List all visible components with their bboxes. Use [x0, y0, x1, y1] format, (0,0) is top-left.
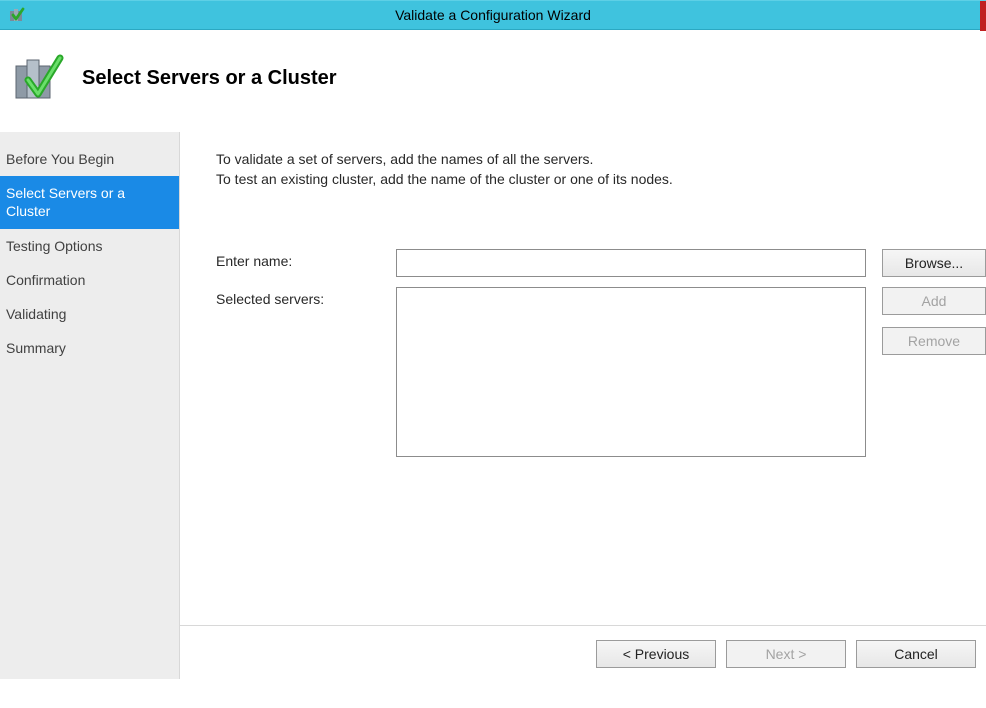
app-icon: [8, 6, 26, 24]
instruction-line2: To test an existing cluster, add the nam…: [216, 170, 986, 190]
nav-select-servers[interactable]: Select Servers or a Cluster: [0, 176, 179, 228]
instruction-text: To validate a set of servers, add the na…: [216, 150, 986, 189]
wizard-body: Before You Begin Select Servers or a Clu…: [0, 132, 986, 679]
nav-testing-options[interactable]: Testing Options: [0, 229, 179, 263]
add-button[interactable]: Add: [882, 287, 986, 315]
selected-servers-listbox[interactable]: [396, 287, 866, 457]
wizard-header: Select Servers or a Cluster: [0, 30, 986, 132]
nav-confirmation[interactable]: Confirmation: [0, 263, 179, 297]
wizard-header-icon: [14, 52, 64, 104]
enter-name-input[interactable]: [396, 249, 866, 277]
enter-name-row: Enter name: Browse...: [216, 249, 986, 277]
cancel-button[interactable]: Cancel: [856, 640, 976, 668]
window-title: Validate a Configuration Wizard: [395, 7, 591, 23]
nav-summary[interactable]: Summary: [0, 331, 179, 365]
enter-name-label: Enter name:: [216, 249, 396, 269]
selected-servers-row: Selected servers: Add Remove: [216, 287, 986, 457]
wizard-sidebar: Before You Begin Select Servers or a Clu…: [0, 132, 180, 679]
close-indicator: [980, 1, 986, 31]
previous-button[interactable]: < Previous: [596, 640, 716, 668]
nav-before-you-begin[interactable]: Before You Begin: [0, 142, 179, 176]
nav-validating[interactable]: Validating: [0, 297, 179, 331]
wizard-footer: < Previous Next > Cancel: [180, 625, 986, 679]
page-title: Select Servers or a Cluster: [82, 67, 337, 90]
browse-button[interactable]: Browse...: [882, 249, 986, 277]
next-button[interactable]: Next >: [726, 640, 846, 668]
wizard-content: To validate a set of servers, add the na…: [180, 132, 986, 679]
selected-servers-label: Selected servers:: [216, 287, 396, 307]
instruction-line1: To validate a set of servers, add the na…: [216, 150, 986, 170]
remove-button[interactable]: Remove: [882, 327, 986, 355]
title-bar: Validate a Configuration Wizard: [0, 0, 986, 30]
